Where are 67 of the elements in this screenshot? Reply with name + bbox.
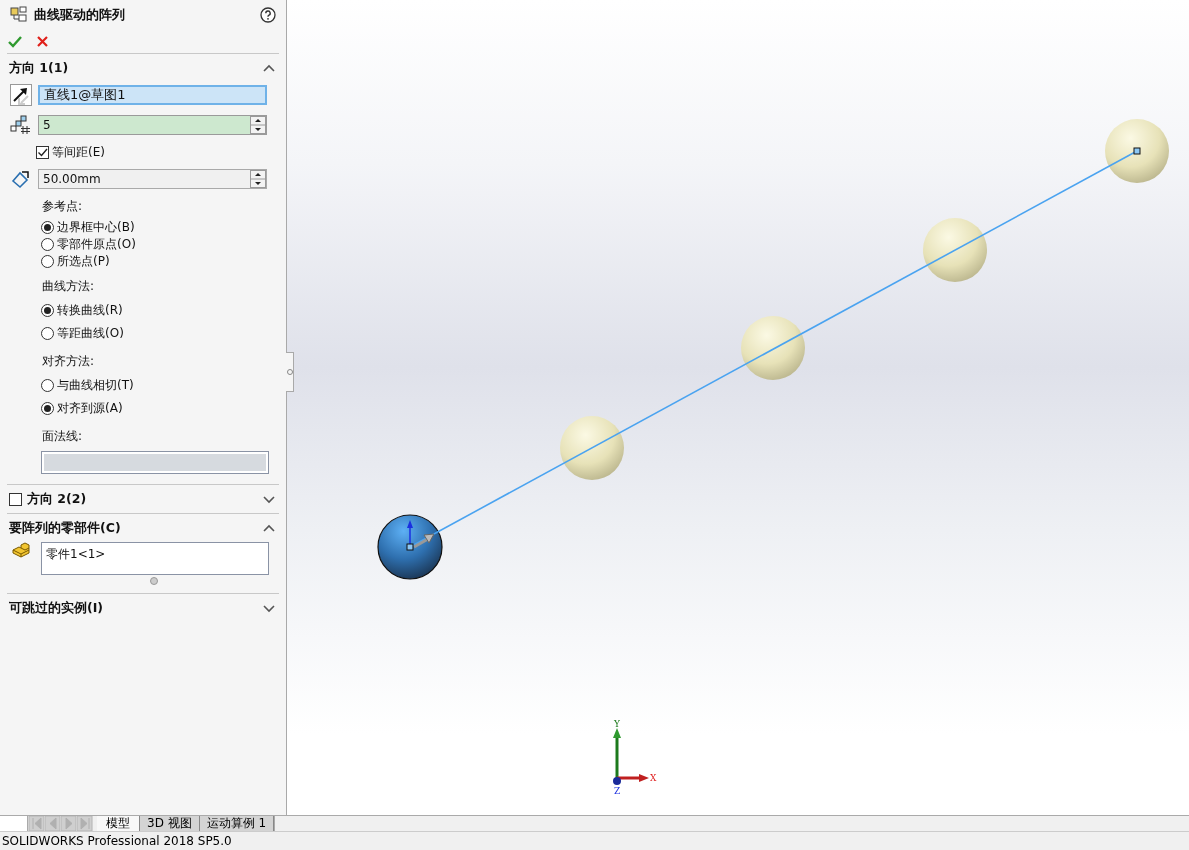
- section-header[interactable]: 可跳过的实例(I): [0, 594, 286, 622]
- radio-label[interactable]: 对齐到源(A): [57, 400, 123, 417]
- radio-button[interactable]: [41, 238, 54, 251]
- spacing-icon: [10, 169, 32, 189]
- help-icon[interactable]: [260, 6, 276, 23]
- reverse-direction-button[interactable]: [10, 84, 32, 106]
- spin-buttons[interactable]: [250, 116, 266, 134]
- axis-label: Z: [614, 786, 621, 796]
- sphere: [1105, 119, 1169, 183]
- radio-label[interactable]: 边界框中心(B): [57, 219, 135, 236]
- spin-buttons[interactable]: [250, 170, 266, 188]
- expand-chevron-icon[interactable]: [262, 602, 276, 614]
- list-item[interactable]: 零件1<1>: [46, 546, 264, 563]
- axis-triad-drawing: [613, 728, 649, 785]
- group-label: 对齐方法:: [41, 353, 96, 370]
- radio-label[interactable]: 等距曲线(O): [57, 325, 124, 342]
- endpoint-handle[interactable]: [1133, 147, 1141, 155]
- checkbox-label: 等间距(E): [52, 144, 105, 161]
- axis-label: X: [650, 773, 657, 783]
- group-label: 曲线方法:: [41, 278, 96, 295]
- collapse-chevron-icon[interactable]: [262, 62, 276, 74]
- section-title: 方向 2(2): [27, 490, 88, 508]
- path-field[interactable]: 直线1@草图1: [38, 85, 267, 105]
- radio-label[interactable]: 所选点(P): [57, 253, 110, 270]
- radio-label[interactable]: 转换曲线(R): [57, 302, 123, 319]
- collapse-chevron-icon[interactable]: [262, 522, 276, 534]
- radio-button[interactable]: [41, 255, 54, 268]
- instance-count-icon: [10, 115, 32, 135]
- checkbox[interactable]: [9, 492, 22, 506]
- checkbox[interactable]: [36, 146, 49, 159]
- panel-title: 曲线驱动的阵列: [34, 5, 126, 24]
- component-list[interactable]: 零件1<1>: [41, 542, 269, 575]
- sphere: [560, 416, 624, 480]
- section-title: 方向 1(1): [9, 59, 70, 77]
- sheet-tab[interactable]: 运动算例 1: [199, 816, 275, 831]
- ok-icon[interactable]: [8, 34, 22, 48]
- origin-handle[interactable]: [406, 543, 414, 551]
- count-field[interactable]: 5: [38, 115, 267, 135]
- radio-label[interactable]: 零部件原点(O): [57, 236, 136, 253]
- radio-button[interactable]: [41, 402, 54, 415]
- spacing-field[interactable]: 50.00mm: [38, 169, 267, 189]
- section-header[interactable]: 方向 1(1): [0, 54, 286, 82]
- seed-sphere: [377, 514, 443, 580]
- radio-button[interactable]: [41, 304, 54, 317]
- radio-button[interactable]: [41, 379, 54, 392]
- sphere: [923, 218, 987, 282]
- radio-button[interactable]: [41, 221, 54, 234]
- section-header[interactable]: 方向 2(2): [0, 485, 286, 513]
- sphere: [741, 316, 805, 380]
- cancel-icon[interactable]: [36, 34, 49, 48]
- direction-arrow[interactable]: [413, 533, 435, 549]
- face-normal-field[interactable]: [41, 451, 269, 474]
- group-label: 参考点:: [41, 198, 84, 215]
- section-title: 可跳过的实例(I): [9, 599, 105, 617]
- axis-label: Y: [614, 719, 620, 729]
- part-icon: [11, 542, 31, 559]
- section-header[interactable]: 要阵列的零部件(C): [0, 514, 286, 542]
- resize-grip[interactable]: [150, 577, 158, 585]
- sheet-tab[interactable]: 3D 视图: [140, 816, 200, 831]
- status-text: SOLIDWORKS Professional 2018 SP5.0: [2, 834, 232, 848]
- feature-icon: [10, 6, 28, 23]
- expand-chevron-icon[interactable]: [262, 493, 276, 505]
- sheet-tab[interactable]: 模型: [97, 816, 140, 831]
- radio-button[interactable]: [41, 327, 54, 340]
- group-label: 面法线:: [41, 428, 84, 445]
- radio-label[interactable]: 与曲线相切(T): [57, 377, 134, 394]
- section-title: 要阵列的零部件(C): [9, 519, 122, 537]
